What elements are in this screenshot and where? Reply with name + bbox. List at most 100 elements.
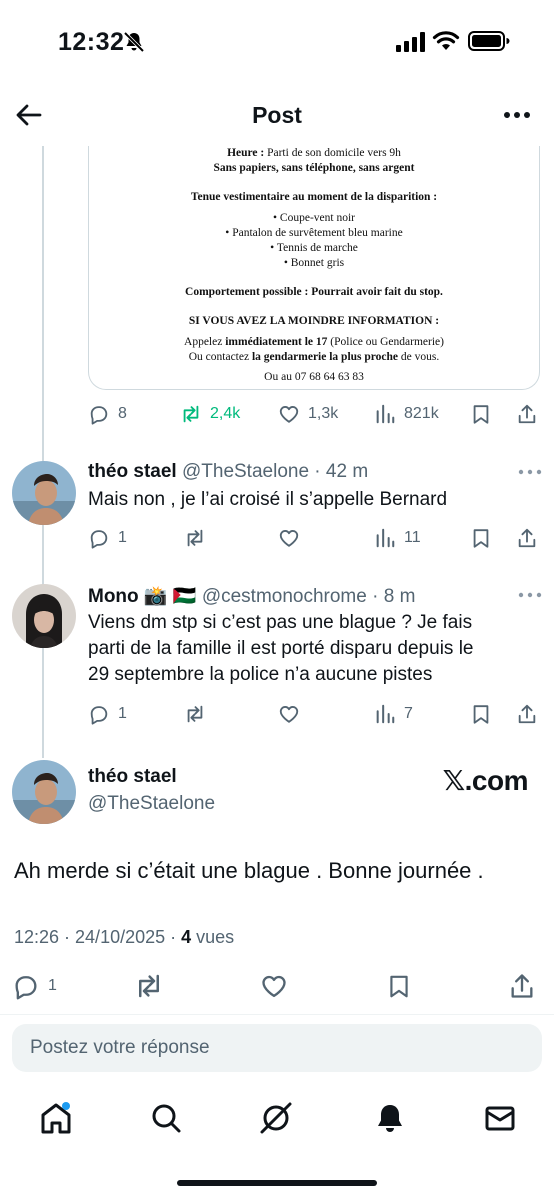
repost-icon <box>187 529 203 547</box>
author-handle[interactable]: @TheStaelone <box>182 461 309 482</box>
doc-clothing-title: Tenue vestimentaire au moment de la disp… <box>190 191 438 203</box>
bookmark-icon <box>473 529 489 548</box>
bookmark-icon <box>473 405 489 424</box>
reply-button[interactable]: 1 <box>12 972 57 1000</box>
author-handle[interactable]: @TheStaelone <box>88 793 215 815</box>
author-name[interactable]: théo stael <box>88 461 177 482</box>
nav-home[interactable] <box>36 1098 76 1138</box>
home-icon <box>41 1103 71 1134</box>
share-icon <box>518 704 536 724</box>
views-chart-icon <box>376 404 395 424</box>
views-count: 4 <box>181 927 192 947</box>
notification-dot <box>62 1102 70 1110</box>
like-button[interactable] <box>278 700 308 728</box>
cell-signal-icon <box>396 32 425 52</box>
post-media-image[interactable]: Heure : Parti de son domicile vers 9h Sa… <box>88 146 540 390</box>
bookmark-button[interactable] <box>470 700 500 728</box>
author-handle[interactable]: @cestmonochrome <box>202 586 367 607</box>
nav-messages[interactable] <box>480 1098 520 1138</box>
repost-button[interactable] <box>184 524 214 552</box>
silent-bell-icon <box>123 31 145 53</box>
reply-count: 8 <box>118 405 127 422</box>
views-chart-icon <box>376 528 395 548</box>
views-count: 7 <box>404 705 413 722</box>
reply-count: 1 <box>118 529 127 546</box>
doc-departure-line: Heure : Parti de son domicile vers 9h <box>227 147 401 159</box>
post-time: · 8 m <box>366 586 416 607</box>
thread-line <box>42 146 44 758</box>
share-button[interactable] <box>516 524 546 552</box>
views-button[interactable]: 7 <box>374 700 413 728</box>
reply-icon <box>15 976 37 1000</box>
share-icon <box>518 404 536 424</box>
share-button[interactable] <box>516 400 546 428</box>
reply-text-line: parti de la famille il est porté disparu… <box>88 638 474 659</box>
reply-header: Mono 📸 🇵🇸 @cestmonochrome · 8 m <box>88 584 415 608</box>
doc-call-line: Appelez immédiatement le 17 (Police ou G… <box>184 336 444 348</box>
avatar[interactable] <box>12 760 76 824</box>
author-name[interactable]: théo stael <box>88 766 177 788</box>
author-name[interactable]: Mono 📸 🇵🇸 <box>88 586 197 607</box>
doc-contact-line: Ou contactez la gendarmerie la plus proc… <box>188 351 440 363</box>
repost-icon <box>187 705 203 723</box>
doc-no-papers-line: Sans papiers, sans téléphone, sans argen… <box>213 162 415 174</box>
bottom-navigation <box>0 1088 554 1148</box>
reply-icon <box>90 530 108 549</box>
divider <box>0 1014 554 1015</box>
views-button[interactable]: 821k <box>374 400 439 428</box>
like-button[interactable] <box>260 972 296 1000</box>
post-metadata: 12:26 · 24/10/2025 · 4 vues <box>14 927 234 948</box>
post-text: Ah merde si c’était une blague . Bonne j… <box>14 858 484 883</box>
views-label: vues <box>191 927 235 947</box>
nav-explore[interactable] <box>146 1098 186 1138</box>
doc-clothing-item: Tennis de marche <box>89 241 539 256</box>
repost-button[interactable]: 2,4k <box>180 400 240 428</box>
reply-button[interactable]: 1 <box>88 700 127 728</box>
heart-icon <box>279 530 299 547</box>
views-count: 821k <box>404 405 439 422</box>
nav-grok[interactable] <box>256 1098 296 1138</box>
reply-icon <box>90 406 108 425</box>
repost-button[interactable] <box>184 700 214 728</box>
reply-text-line: 29 septembre la police n’a aucune pistes <box>88 664 433 685</box>
bookmark-button[interactable] <box>470 400 500 428</box>
views-button[interactable]: 11 <box>374 524 421 552</box>
reply-actions: 1 11 <box>88 524 542 552</box>
more-options-icon[interactable] <box>518 468 542 476</box>
views-count: 11 <box>404 529 421 546</box>
avatar[interactable] <box>12 461 76 525</box>
reply-input[interactable] <box>12 1024 542 1072</box>
missing-person-notice: Heure : Parti de son domicile vers 9h Sa… <box>89 146 539 385</box>
doc-clothing-item: Coupe-vent noir <box>89 211 539 226</box>
status-bar: 12:32 <box>0 0 554 84</box>
post-header: Post <box>0 84 554 146</box>
like-button[interactable]: 1,3k <box>278 400 338 428</box>
bookmark-icon <box>390 975 408 998</box>
share-icon <box>518 528 536 548</box>
bookmark-button[interactable] <box>386 972 420 1000</box>
status-time: 12:32 <box>58 28 125 56</box>
main-post-actions: 1 <box>12 972 542 1000</box>
like-count: 1,3k <box>308 405 339 422</box>
more-options-icon[interactable] <box>518 591 542 599</box>
share-button[interactable] <box>516 700 546 728</box>
post-timestamp: 12:26 · 24/10/2025 · <box>14 927 182 947</box>
nav-notifications[interactable] <box>370 1098 410 1138</box>
reply-button[interactable]: 1 <box>88 524 127 552</box>
bookmark-button[interactable] <box>470 524 500 552</box>
original-post-actions: 8 2,4k 1,3k 821k <box>88 400 542 428</box>
doc-clothing-item: Pantalon de survêtement bleu marine <box>89 226 539 241</box>
bookmark-icon <box>473 705 489 724</box>
heart-icon <box>279 706 299 723</box>
more-options-icon[interactable] <box>502 102 532 128</box>
search-icon <box>152 1104 181 1133</box>
avatar-photo <box>12 760 76 824</box>
heart-icon <box>279 406 299 423</box>
repost-button[interactable] <box>134 972 172 1000</box>
reply-composer[interactable] <box>12 1024 542 1072</box>
avatar[interactable] <box>12 584 76 648</box>
reply-text-line: Viens dm stp si c’est pas une blague ? J… <box>88 612 473 633</box>
reply-button[interactable]: 8 <box>88 400 127 428</box>
like-button[interactable] <box>278 524 308 552</box>
share-button[interactable] <box>508 972 544 1000</box>
